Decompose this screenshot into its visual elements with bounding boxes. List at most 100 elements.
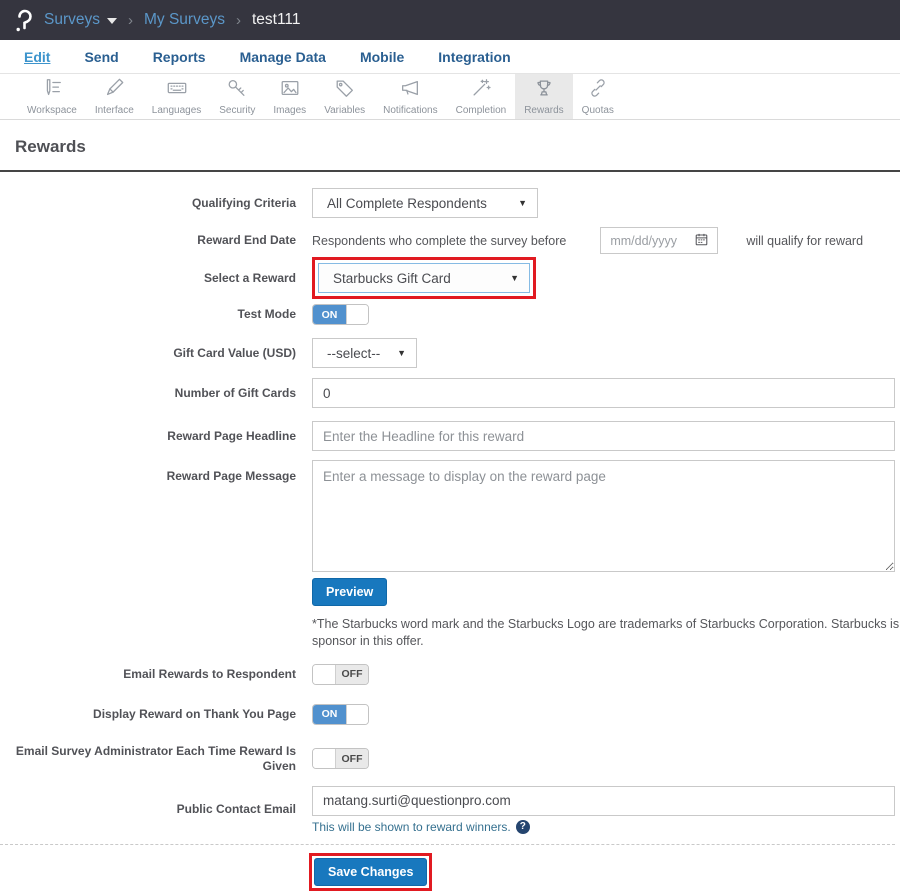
- magic-wand-icon: [469, 77, 493, 104]
- reward-page-message-label: Reward Page Message: [0, 460, 312, 484]
- reward-end-date-label: Reward End Date: [0, 233, 312, 248]
- email-rewards-label: Email Rewards to Respondent: [0, 667, 312, 682]
- toolbar-item-languages[interactable]: Languages: [143, 74, 211, 119]
- help-icon[interactable]: ?: [516, 820, 530, 834]
- save-changes-button[interactable]: Save Changes: [314, 858, 427, 886]
- test-mode-label: Test Mode: [0, 307, 312, 322]
- qualifying-criteria-select[interactable]: All Complete Respondents ▼: [312, 188, 538, 218]
- save-row: Save Changes: [0, 853, 895, 891]
- trophy-icon: [532, 77, 556, 104]
- number-of-gift-cards-input[interactable]: [312, 378, 895, 408]
- display-reward-toggle[interactable]: ON: [312, 704, 369, 725]
- toolbar-item-variables[interactable]: Variables: [315, 74, 374, 119]
- tab-integration[interactable]: Integration: [438, 49, 510, 65]
- starbucks-disclaimer-row: *The Starbucks word mark and the Starbuc…: [0, 616, 895, 650]
- toolbar-item-interface[interactable]: Interface: [86, 74, 143, 119]
- gift-card-value-value: --select--: [327, 346, 380, 361]
- display-reward-label: Display Reward on Thank You Page: [0, 707, 312, 722]
- email-admin-toggle[interactable]: OFF: [312, 748, 369, 769]
- public-contact-email-input[interactable]: [312, 786, 895, 816]
- toolbar-item-label: Images: [273, 105, 306, 116]
- qualifying-criteria-label: Qualifying Criteria: [0, 196, 312, 211]
- chevron-down-icon: ▼: [518, 198, 527, 208]
- starbucks-disclaimer-line1: *The Starbucks word mark and the Starbuc…: [312, 616, 895, 633]
- test-mode-toggle[interactable]: ON: [312, 304, 369, 325]
- toolbar-item-label: Completion: [456, 105, 507, 116]
- toolbar-item-label: Interface: [95, 105, 134, 116]
- breadcrumb-surveys-label: Surveys: [44, 11, 100, 29]
- megaphone-icon: [398, 77, 422, 104]
- email-rewards-row: Email Rewards to Respondent OFF: [0, 664, 895, 685]
- qualifying-criteria-row: Qualifying Criteria All Complete Respond…: [0, 188, 895, 218]
- toolbar-item-workspace[interactable]: Workspace: [18, 74, 86, 119]
- email-rewards-toggle[interactable]: OFF: [312, 664, 369, 685]
- toolbar-item-rewards[interactable]: Rewards: [515, 74, 572, 119]
- public-contact-email-row: Public Contact Email This will be shown …: [0, 786, 895, 834]
- page-title: Rewards: [15, 137, 885, 157]
- toggle-knob: [313, 665, 335, 684]
- toolbar-item-label: Languages: [152, 105, 202, 116]
- toggle-knob: [313, 749, 335, 768]
- toolbar-item-label: Quotas: [582, 105, 614, 116]
- tab-manage-data[interactable]: Manage Data: [240, 49, 326, 65]
- breadcrumb-surveys-menu[interactable]: Surveys: [44, 11, 117, 29]
- keyboard-icon: [165, 77, 189, 104]
- reward-page-headline-input[interactable]: [312, 421, 895, 451]
- toggle-state-text: OFF: [335, 749, 368, 768]
- toggle-state-text: OFF: [335, 665, 368, 684]
- chevron-down-icon: ▼: [510, 273, 519, 283]
- toolbar-item-label: Rewards: [524, 105, 563, 116]
- toolbar-item-quotas[interactable]: Quotas: [573, 74, 623, 119]
- toolbar-item-label: Security: [219, 105, 255, 116]
- preview-row: Preview: [0, 578, 895, 606]
- tab-mobile[interactable]: Mobile: [360, 49, 404, 65]
- reward-page-message-row: Reward Page Message: [0, 460, 895, 572]
- calendar-icon: [695, 233, 708, 249]
- annotation-box-save-button: Save Changes: [309, 853, 432, 891]
- toggle-state-text: ON: [313, 705, 346, 724]
- public-contact-email-label: Public Contact Email: [0, 802, 312, 817]
- gift-card-value-select[interactable]: --select-- ▼: [312, 338, 417, 368]
- tag-icon: [333, 77, 357, 104]
- image-icon: [278, 77, 302, 104]
- key-icon: [225, 77, 249, 104]
- toolbar-item-security[interactable]: Security: [210, 74, 264, 119]
- email-admin-row: Email Survey Administrator Each Time Rew…: [0, 744, 895, 774]
- tab-edit[interactable]: Edit: [24, 49, 50, 65]
- toolbar-item-label: Notifications: [383, 105, 437, 116]
- annotation-box-select-reward: Starbucks Gift Card ▼: [312, 257, 536, 299]
- pen-list-icon: [40, 77, 64, 104]
- toolbar-item-images[interactable]: Images: [264, 74, 315, 119]
- chevron-down-icon: [107, 18, 117, 24]
- select-reward-label: Select a Reward: [0, 271, 312, 286]
- chain-links-icon: [586, 77, 610, 104]
- breadcrumb-my-surveys[interactable]: My Surveys: [144, 11, 225, 29]
- tab-send[interactable]: Send: [84, 49, 118, 65]
- number-of-gift-cards-row: Number of Gift Cards: [0, 378, 895, 408]
- reward-end-date-input[interactable]: mm/dd/yyyy: [600, 227, 718, 254]
- preview-button[interactable]: Preview: [312, 578, 387, 606]
- page-header: Rewards: [0, 120, 900, 157]
- toggle-knob: [346, 705, 368, 724]
- reward-end-date-row: Reward End Date Respondents who complete…: [0, 227, 895, 254]
- questionpro-logo-icon[interactable]: [14, 7, 33, 33]
- select-reward-select[interactable]: Starbucks Gift Card ▼: [318, 263, 530, 293]
- select-reward-row: Select a Reward Starbucks Gift Card ▼: [0, 257, 895, 299]
- breadcrumb-current-survey: test111: [252, 11, 301, 29]
- helper-text: This will be shown to reward winners.: [312, 820, 511, 834]
- dashed-divider: [0, 844, 895, 845]
- date-placeholder: mm/dd/yyyy: [610, 234, 677, 248]
- toolbar-item-label: Workspace: [27, 105, 77, 116]
- gift-card-value-label: Gift Card Value (USD): [0, 346, 312, 361]
- toolbar-item-completion[interactable]: Completion: [447, 74, 516, 119]
- test-mode-row: Test Mode ON: [0, 304, 895, 325]
- reward-page-message-textarea[interactable]: [312, 460, 895, 572]
- reward-end-date-suffix-text: will qualify for reward: [746, 234, 863, 248]
- display-reward-row: Display Reward on Thank You Page ON: [0, 704, 895, 725]
- pen-icon: [102, 77, 126, 104]
- public-contact-email-helper: This will be shown to reward winners. ?: [312, 820, 895, 834]
- tab-reports[interactable]: Reports: [153, 49, 206, 65]
- toolbar-item-label: Variables: [324, 105, 365, 116]
- toggle-knob: [346, 305, 368, 324]
- toolbar-item-notifications[interactable]: Notifications: [374, 74, 446, 119]
